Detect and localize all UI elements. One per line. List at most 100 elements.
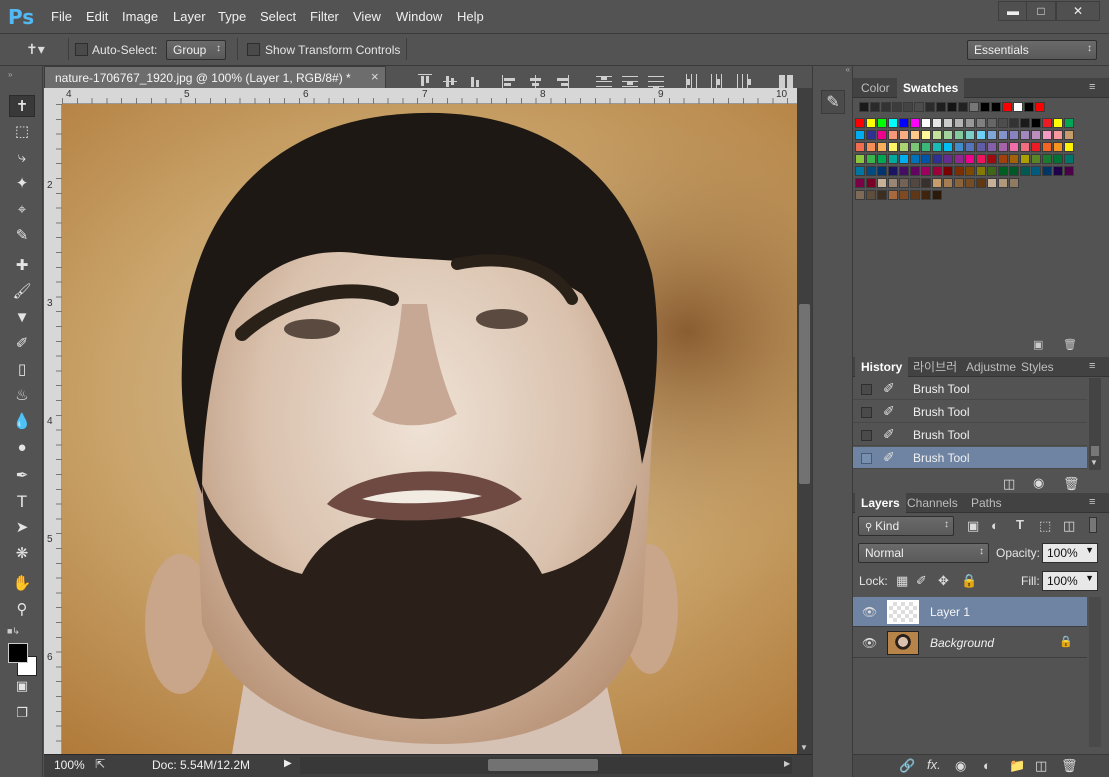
add-mask-icon[interactable]: ◉ xyxy=(955,758,966,774)
healing-brush-tool-icon[interactable]: ✚ xyxy=(9,255,35,277)
tab-channels[interactable]: Channels xyxy=(901,493,964,513)
color-swatch[interactable] xyxy=(866,154,876,164)
layers-scrollbar[interactable] xyxy=(1089,597,1101,747)
color-swatch[interactable] xyxy=(1020,154,1030,164)
tab-history[interactable]: History xyxy=(855,357,909,377)
filter-toggle[interactable] xyxy=(1089,517,1097,533)
zoom-level[interactable]: 100% xyxy=(54,758,85,772)
default-colors-icon[interactable]: ■↳ xyxy=(7,626,20,637)
color-swatch[interactable] xyxy=(998,130,1008,140)
move-tool-preset-icon[interactable]: ✝▾ xyxy=(26,41,45,58)
new-group-icon[interactable]: 📁 xyxy=(1009,758,1025,774)
color-swatch[interactable] xyxy=(932,166,942,176)
layer-name[interactable]: Layer 1 xyxy=(930,605,970,619)
color-swatch[interactable] xyxy=(866,142,876,152)
document-tab[interactable]: nature-1706767_1920.jpg @ 100% (Layer 1,… xyxy=(44,66,386,88)
color-swatch[interactable] xyxy=(899,178,909,188)
menu-window[interactable]: Window xyxy=(396,9,442,24)
marquee-tool-icon[interactable]: ⬚ xyxy=(9,121,35,143)
layer-style-fx-icon[interactable]: fx. xyxy=(927,757,941,772)
color-swatch[interactable] xyxy=(881,102,891,112)
color-swatch[interactable] xyxy=(877,130,887,140)
color-swatch[interactable] xyxy=(987,178,997,188)
color-swatch[interactable] xyxy=(954,178,964,188)
color-swatch[interactable] xyxy=(1064,166,1074,176)
color-swatch[interactable] xyxy=(1064,142,1074,152)
color-swatch[interactable] xyxy=(910,154,920,164)
color-swatch[interactable] xyxy=(965,154,975,164)
color-swatch[interactable] xyxy=(855,142,865,152)
color-swatch[interactable] xyxy=(921,154,931,164)
tab-libraries[interactable]: 라이브러 xyxy=(907,357,963,377)
history-checkbox[interactable] xyxy=(861,407,872,418)
color-swatch[interactable] xyxy=(965,178,975,188)
crop-tool-icon[interactable]: ⌖ xyxy=(9,199,35,221)
color-swatch[interactable] xyxy=(866,178,876,188)
history-checkbox[interactable] xyxy=(861,384,872,395)
status-menu-arrow-icon[interactable]: ▶ xyxy=(284,758,292,769)
adjustment-layer-icon[interactable]: ◐ xyxy=(983,758,991,773)
color-swatch[interactable] xyxy=(921,166,931,176)
tab-paths[interactable]: Paths xyxy=(965,493,1008,513)
color-swatch[interactable] xyxy=(855,190,865,200)
hand-tool-icon[interactable]: ✋ xyxy=(9,573,35,595)
color-swatch[interactable] xyxy=(859,102,869,112)
new-swatch-icon[interactable]: ▣ xyxy=(1033,338,1043,351)
color-swatch[interactable] xyxy=(954,154,964,164)
color-swatch[interactable] xyxy=(866,130,876,140)
color-swatch[interactable] xyxy=(888,178,898,188)
color-swatch[interactable] xyxy=(910,118,920,128)
blur-tool-icon[interactable]: 💧 xyxy=(9,411,35,433)
color-swatch[interactable] xyxy=(1053,154,1063,164)
history-item[interactable]: ✐ Brush Tool xyxy=(853,378,1087,400)
filter-pixel-icon[interactable]: ▣ xyxy=(967,518,979,534)
collapse-arrows-icon[interactable]: » xyxy=(8,70,12,79)
auto-select-dropdown[interactable]: Group xyxy=(166,40,226,60)
menu-help[interactable]: Help xyxy=(457,9,484,24)
type-tool-icon[interactable]: T xyxy=(9,491,35,513)
color-swatch[interactable] xyxy=(921,178,931,188)
properties-panel-icon[interactable]: ✎ xyxy=(821,90,845,114)
color-swatch[interactable] xyxy=(855,154,865,164)
color-swatch[interactable] xyxy=(910,142,920,152)
color-swatch[interactable] xyxy=(932,130,942,140)
color-swatch[interactable] xyxy=(877,142,887,152)
quick-mask-icon[interactable]: ▣ xyxy=(9,675,35,697)
filter-type-icon[interactable]: T xyxy=(1016,517,1024,532)
menu-layer[interactable]: Layer xyxy=(173,9,206,24)
color-swatch[interactable] xyxy=(1009,118,1019,128)
color-swatch[interactable] xyxy=(855,178,865,188)
vertical-scrollbar[interactable]: ▼ xyxy=(797,88,812,754)
color-swatch[interactable] xyxy=(965,142,975,152)
custom-shape-tool-icon[interactable]: ❋ xyxy=(9,543,35,565)
color-swatch[interactable] xyxy=(943,154,953,164)
color-swatch[interactable] xyxy=(998,154,1008,164)
path-selection-tool-icon[interactable]: ➤ xyxy=(9,517,35,539)
color-swatch[interactable] xyxy=(976,178,986,188)
color-swatch[interactable] xyxy=(888,154,898,164)
color-swatch[interactable] xyxy=(855,118,865,128)
color-swatch[interactable] xyxy=(1042,166,1052,176)
color-swatch[interactable] xyxy=(888,130,898,140)
color-swatch[interactable] xyxy=(1064,154,1074,164)
color-swatch[interactable] xyxy=(976,130,986,140)
scroll-right-icon[interactable]: ▶ xyxy=(784,759,790,768)
color-swatch[interactable] xyxy=(866,190,876,200)
eyedropper-tool-icon[interactable]: ✎ xyxy=(9,225,35,247)
color-swatch[interactable] xyxy=(921,130,931,140)
color-swatch[interactable] xyxy=(877,190,887,200)
color-swatch[interactable] xyxy=(947,102,957,112)
color-swatch[interactable] xyxy=(899,166,909,176)
color-swatch[interactable] xyxy=(932,178,942,188)
color-swatch[interactable] xyxy=(1013,102,1023,112)
color-swatch[interactable] xyxy=(954,142,964,152)
document-canvas[interactable] xyxy=(62,104,797,754)
color-swatch[interactable] xyxy=(1009,142,1019,152)
lock-all-icon[interactable]: 🔒 xyxy=(961,573,977,589)
pen-tool-icon[interactable]: ✒ xyxy=(9,465,35,487)
color-swatch[interactable] xyxy=(998,166,1008,176)
magic-wand-tool-icon[interactable]: ✦ xyxy=(9,173,35,195)
color-swatch[interactable] xyxy=(892,102,902,112)
color-swatch[interactable] xyxy=(943,166,953,176)
history-scrollbar[interactable]: ▼ xyxy=(1089,378,1101,470)
